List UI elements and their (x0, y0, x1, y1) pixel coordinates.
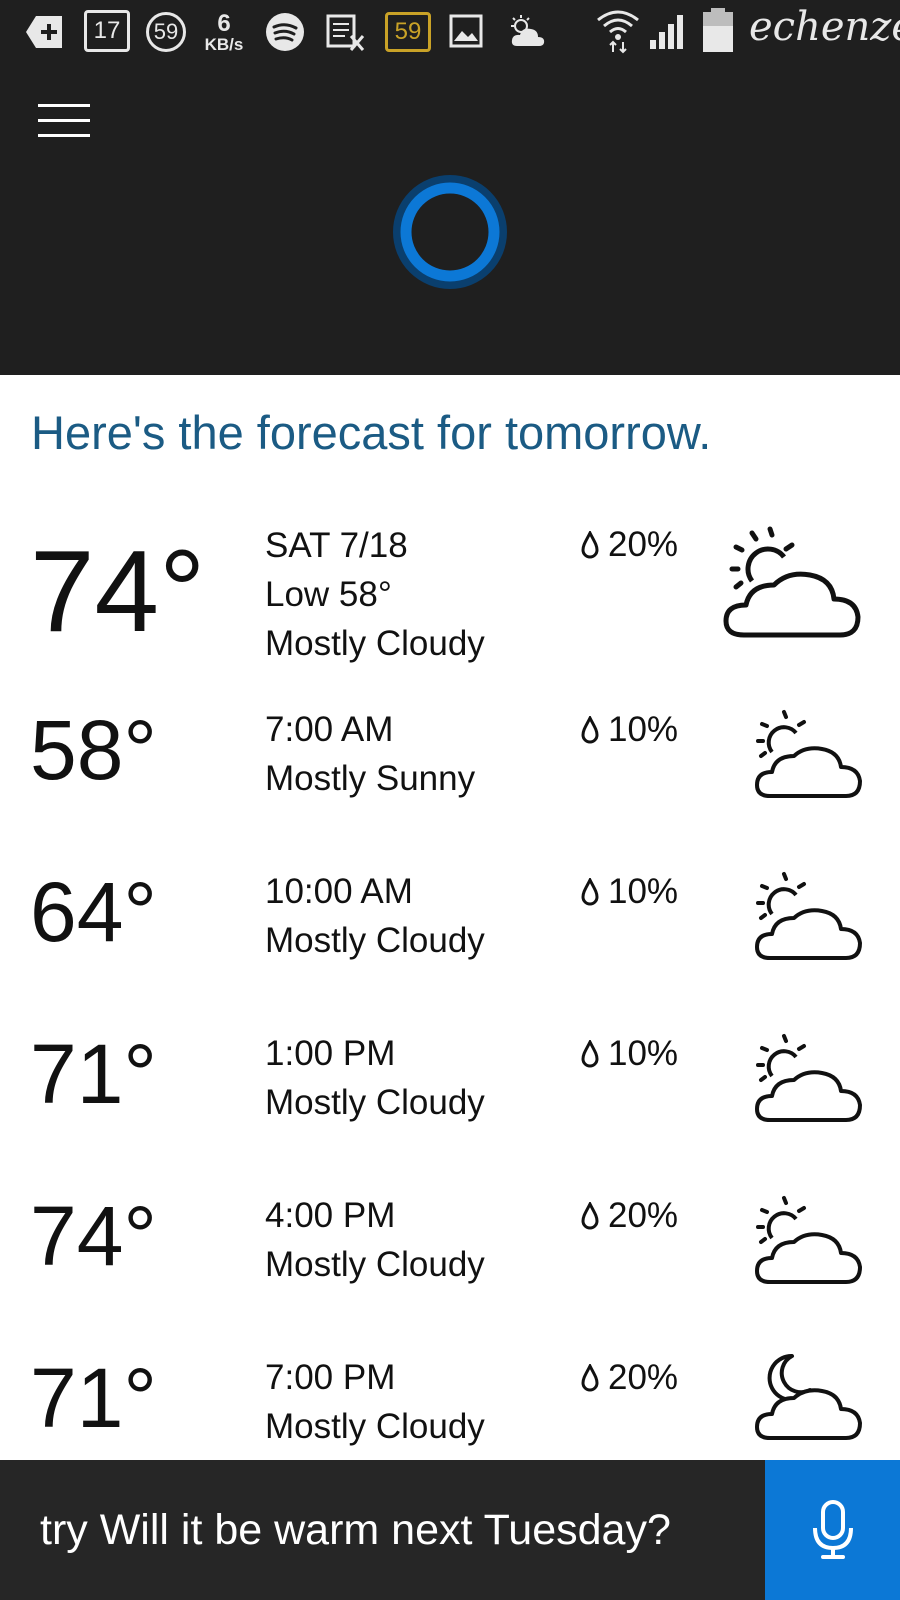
image-icon (449, 14, 483, 48)
status-bar: 17 59 6 KB/s 59 echenze (0, 0, 900, 64)
hour-temp: 64° (30, 865, 158, 959)
hourly-row[interactable]: 71° 1:00 PM Mostly Cloudy 10% (0, 1027, 900, 1194)
partly-cloudy-icon (718, 523, 868, 648)
hour-temp: 71° (30, 1027, 158, 1121)
spotify-icon (265, 12, 305, 52)
raindrop-icon (581, 878, 599, 906)
raindrop-icon (581, 1364, 599, 1392)
hour-precip-value: 20% (608, 1196, 679, 1235)
summary-info: SAT 7/18 Low 58° Mostly Cloudy (265, 521, 485, 668)
hour-info: 7:00 AM Mostly Sunny (265, 705, 475, 803)
badge-icon: 59 (146, 12, 186, 52)
hour-time: 4:00 PM (265, 1196, 396, 1235)
summary-day: SAT 7/18 (265, 526, 408, 565)
partly-cloudy-icon (752, 870, 867, 970)
hour-temp: 58° (30, 703, 158, 797)
notif-count-17: 17 (93, 17, 121, 44)
summary-low: Low 58° (265, 575, 392, 614)
speed-value: 6 (217, 9, 231, 37)
weather-icon (505, 12, 549, 52)
carrier-name: echenze (749, 4, 900, 50)
hour-time: 7:00 PM (265, 1358, 396, 1397)
hour-precip-value: 10% (608, 872, 679, 911)
microphone-icon (812, 1500, 853, 1559)
hour-precip-value: 20% (608, 1358, 679, 1397)
hour-info: 4:00 PM Mostly Cloudy (265, 1191, 485, 1289)
summary-condition: Mostly Cloudy (265, 624, 485, 663)
hour-precip: 10% (580, 872, 678, 912)
hour-condition: Mostly Cloudy (265, 1245, 485, 1284)
partly-cloudy-icon (752, 1194, 867, 1294)
hamburger-icon[interactable] (38, 104, 90, 140)
hour-precip-value: 10% (608, 1034, 679, 1073)
add-icon (24, 12, 66, 52)
cortana-ring-icon[interactable] (392, 174, 508, 290)
hour-info: 10:00 AM Mostly Cloudy (265, 867, 485, 965)
hourly-row[interactable]: 58° 7:00 AM Mostly Sunny 10% (0, 703, 900, 870)
summary-temp: 74° (30, 526, 206, 656)
hour-precip: 10% (580, 710, 678, 750)
hour-time: 7:00 AM (265, 710, 394, 749)
calendar-x-icon (325, 12, 367, 52)
hour-precip: 20% (580, 1358, 678, 1398)
hourly-row[interactable]: 74° 4:00 PM Mostly Cloudy 20% (0, 1189, 900, 1356)
summary-precip-value: 20% (608, 525, 679, 564)
notif-count-59: 59 (153, 19, 179, 44)
hour-temp: 74° (30, 1189, 158, 1283)
partly-cloudy-icon (752, 708, 867, 808)
app-header (0, 64, 900, 375)
partly-cloudy-icon (752, 1032, 867, 1132)
hour-condition: Mostly Cloudy (265, 921, 485, 960)
cloudy-night-icon (752, 1350, 867, 1450)
forecast-card: Here's the forecast for tomorrow. 74° SA… (0, 375, 900, 1460)
forecast-headline: Here's the forecast for tomorrow. (31, 406, 712, 459)
hour-time: 10:00 AM (265, 872, 413, 911)
forecast-summary-row[interactable]: 74° SAT 7/18 Low 58° Mostly Cloudy 20% (0, 525, 900, 695)
message-icon: 17 (84, 10, 130, 52)
speed-unit: KB/s (204, 34, 244, 54)
bottom-bar: try Will it be warm next Tuesday? (0, 1460, 900, 1600)
badge-icon: 59 (385, 12, 431, 52)
raindrop-icon (581, 716, 599, 744)
hour-condition: Mostly Cloudy (265, 1083, 485, 1122)
hourly-row[interactable]: 64° 10:00 AM Mostly Cloudy 10% (0, 865, 900, 1032)
hour-precip: 10% (580, 1034, 678, 1074)
hour-precip-value: 10% (608, 710, 679, 749)
signal-icon (648, 10, 690, 50)
hour-time: 1:00 PM (265, 1034, 396, 1073)
hour-precip: 20% (580, 1196, 678, 1236)
network-speed: 6 KB/s (198, 6, 250, 58)
summary-precip: 20% (580, 525, 678, 565)
wifi-icon (595, 6, 641, 54)
hour-condition: Mostly Sunny (265, 759, 476, 798)
raindrop-icon (581, 1040, 599, 1068)
hour-info: 1:00 PM Mostly Cloudy (265, 1029, 485, 1127)
notif-count-59-alt: 59 (394, 18, 422, 45)
battery-icon (700, 6, 736, 54)
hour-condition: Mostly Cloudy (265, 1407, 485, 1446)
hour-info: 7:00 PM Mostly Cloudy (265, 1353, 485, 1451)
raindrop-icon (581, 1202, 599, 1230)
suggestion-prompt[interactable]: try Will it be warm next Tuesday? (40, 1506, 671, 1555)
microphone-button[interactable] (765, 1460, 900, 1600)
hour-temp: 71° (30, 1351, 158, 1445)
raindrop-icon (581, 531, 599, 559)
hourly-row[interactable]: 71° 7:00 PM Mostly Cloudy 20% (0, 1351, 900, 1460)
